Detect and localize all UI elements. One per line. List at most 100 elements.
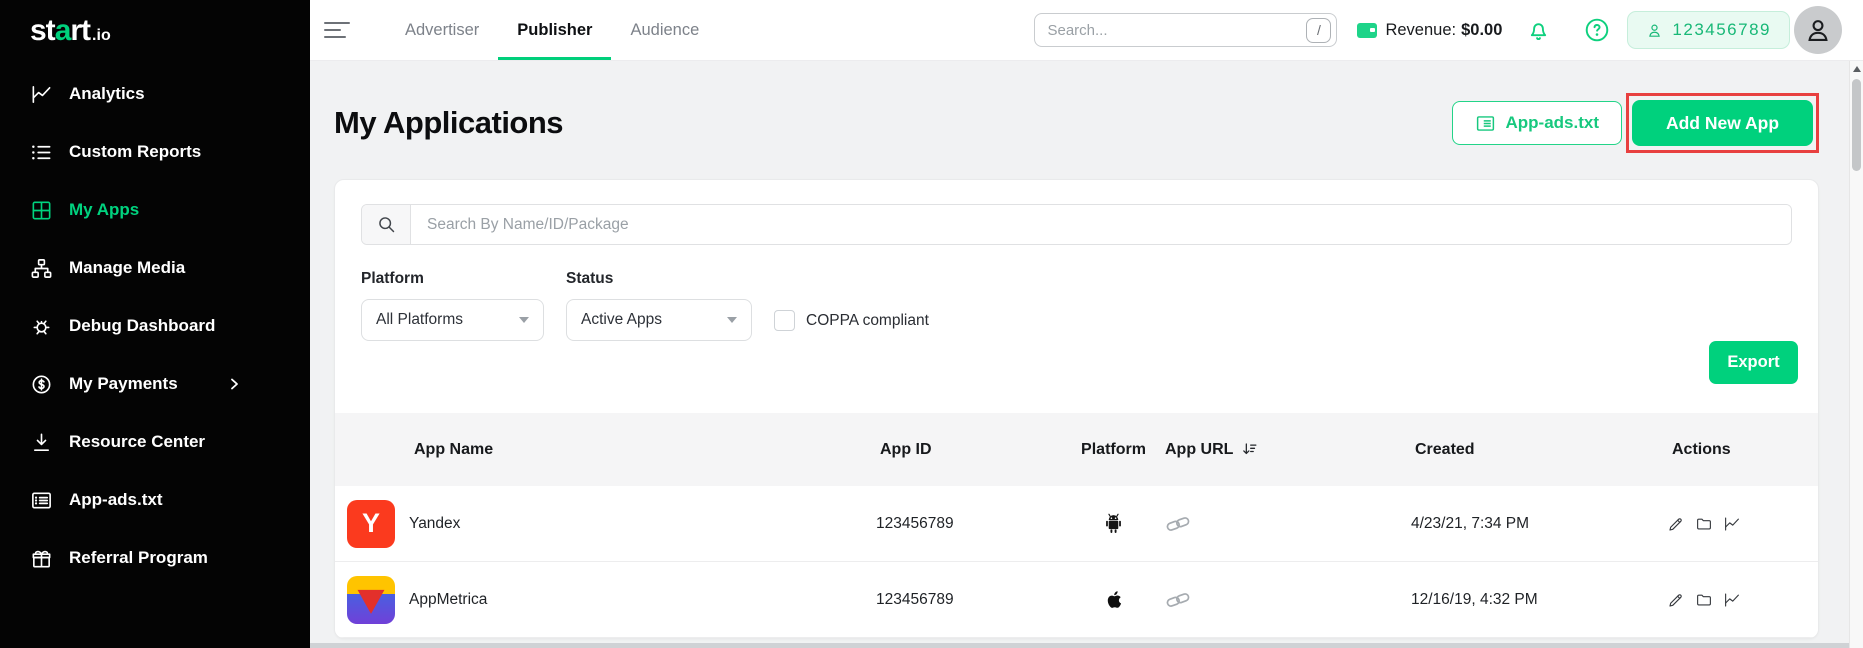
line-chart-icon: [30, 83, 53, 106]
dollar-circle-icon: [30, 373, 53, 396]
folder-icon[interactable]: [1695, 515, 1713, 533]
android-icon: [1101, 510, 1126, 537]
link-icon[interactable]: [1163, 588, 1409, 612]
sidebar-item-debug-dashboard[interactable]: Debug Dashboard: [0, 297, 310, 355]
horizontal-scrollbar[interactable]: [310, 643, 1849, 648]
sidebar-item-label: Debug Dashboard: [69, 316, 215, 336]
platform-cell: [1072, 510, 1155, 537]
sidebar-item-label: My Apps: [69, 200, 139, 220]
sidebar-item-label: Analytics: [69, 84, 145, 104]
sidebar-item-label: Manage Media: [69, 258, 185, 278]
apps-search-input[interactable]: [411, 205, 1791, 244]
vertical-scrollbar[interactable]: [1849, 61, 1863, 648]
sidebar-item-my-apps[interactable]: My Apps: [0, 181, 310, 239]
logo-text-rest: rt: [70, 14, 90, 47]
topbar: Advertiser Publisher Audience / Revenue:…: [310, 0, 1863, 61]
sitemap-icon: [30, 257, 53, 280]
applications-panel: Platform All Platforms Status Active App…: [334, 179, 1819, 639]
folder-icon[interactable]: [1695, 591, 1713, 609]
column-header-app-url-label: App URL: [1165, 441, 1233, 459]
column-header-app-url[interactable]: App URL: [1155, 440, 1409, 459]
help-icon[interactable]: [1584, 17, 1610, 43]
column-header-platform[interactable]: Platform: [1072, 441, 1155, 459]
platform-cell: [1072, 587, 1155, 613]
revenue-amount: $0.00: [1461, 21, 1502, 40]
status-filter-group: Status Active Apps: [566, 270, 752, 341]
actions-cell: [1663, 515, 1818, 533]
sidebar-item-label: Resource Center: [69, 432, 205, 452]
app-url-cell: [1155, 588, 1409, 612]
status-selected-value: Active Apps: [581, 311, 662, 329]
logo-accent: a: [55, 14, 71, 47]
avatar[interactable]: [1794, 6, 1842, 54]
column-header-created[interactable]: Created: [1409, 441, 1663, 459]
caret-down-icon: [727, 317, 737, 323]
app-id-cell: 123456789: [874, 515, 1072, 533]
sidebar-item-analytics[interactable]: Analytics: [0, 65, 310, 123]
export-button[interactable]: Export: [1709, 341, 1798, 384]
scroll-up-arrow[interactable]: [1850, 61, 1863, 77]
sidebar-nav: Analytics Custom Reports My Apps Manage …: [0, 65, 310, 587]
startio-logo[interactable]: start.io: [30, 14, 111, 48]
created-cell: 12/16/19, 4:32 PM: [1409, 591, 1663, 609]
search-icon: [362, 205, 411, 244]
edit-pencil-icon[interactable]: [1667, 591, 1685, 609]
app-name-cell: Y Yandex: [335, 500, 874, 548]
tab-publisher[interactable]: Publisher: [498, 0, 611, 60]
column-header-app-id[interactable]: App ID: [874, 441, 1072, 459]
download-icon: [30, 431, 53, 454]
sidebar-item-my-payments[interactable]: My Payments: [0, 355, 310, 413]
apps-search-bar: [361, 204, 1792, 245]
app-url-cell: [1155, 512, 1409, 536]
app-name: Yandex: [409, 515, 460, 533]
menu-icon[interactable]: [324, 17, 350, 43]
app-ads-txt-button[interactable]: App-ads.txt: [1452, 101, 1623, 145]
coppa-label: COPPA compliant: [806, 312, 929, 330]
global-search-input[interactable]: [1047, 22, 1306, 39]
column-header-actions: Actions: [1663, 441, 1818, 459]
tab-advertiser[interactable]: Advertiser: [386, 0, 498, 60]
sidebar-item-referral-program[interactable]: Referral Program: [0, 529, 310, 587]
list-icon: [30, 141, 53, 164]
sidebar-item-label: Custom Reports: [69, 142, 201, 162]
add-new-app-button[interactable]: Add New App: [1632, 100, 1813, 146]
actions-cell: [1663, 591, 1818, 609]
stats-chart-icon[interactable]: [1723, 515, 1741, 533]
scrollbar-thumb[interactable]: [1852, 79, 1861, 171]
sort-descending-icon[interactable]: [1240, 440, 1259, 459]
sidebar-item-label: Referral Program: [69, 548, 208, 568]
link-icon[interactable]: [1163, 512, 1409, 536]
sidebar-item-app-ads-txt[interactable]: App-ads.txt: [0, 471, 310, 529]
created-cell: 4/23/21, 7:34 PM: [1409, 515, 1663, 533]
table-row[interactable]: AppMetrica 123456789 12/16/19, 4:32 PM: [335, 562, 1818, 638]
stats-chart-icon[interactable]: [1723, 591, 1741, 609]
column-header-app-name[interactable]: App Name: [335, 441, 874, 459]
sidebar-item-resource-center[interactable]: Resource Center: [0, 413, 310, 471]
coppa-checkbox[interactable]: [774, 310, 795, 331]
revenue-indicator: Revenue: $0.00: [1357, 21, 1502, 40]
revenue-label: Revenue:: [1385, 21, 1456, 40]
notifications-bell-icon[interactable]: [1526, 18, 1551, 43]
app-id-cell: 123456789: [874, 591, 1072, 609]
platform-label: Platform: [361, 270, 544, 288]
red-highlight-annotation: Add New App: [1626, 93, 1819, 153]
grid-icon: [30, 199, 53, 222]
export-row: Export: [355, 341, 1798, 384]
status-select[interactable]: Active Apps: [566, 299, 752, 341]
logo-text: st: [30, 14, 55, 47]
status-label: Status: [566, 270, 752, 288]
edit-pencil-icon[interactable]: [1667, 515, 1685, 533]
platform-select[interactable]: All Platforms: [361, 299, 544, 341]
app-name-cell: AppMetrica: [335, 576, 874, 624]
tab-audience[interactable]: Audience: [611, 0, 718, 60]
table-row[interactable]: Y Yandex 123456789 4/23/21, 7:34 PM: [335, 486, 1818, 562]
user-id-button[interactable]: 123456789: [1627, 11, 1790, 49]
coppa-filter: COPPA compliant: [774, 310, 929, 331]
sidebar-item-custom-reports[interactable]: Custom Reports: [0, 123, 310, 181]
chevron-right-icon: [228, 378, 240, 390]
keyboard-shortcut-badge: /: [1306, 18, 1331, 43]
sidebar-item-label: My Payments: [69, 374, 178, 394]
app-name: AppMetrica: [409, 591, 487, 609]
app-ads-txt-label: App-ads.txt: [1506, 113, 1600, 133]
sidebar-item-manage-media[interactable]: Manage Media: [0, 239, 310, 297]
